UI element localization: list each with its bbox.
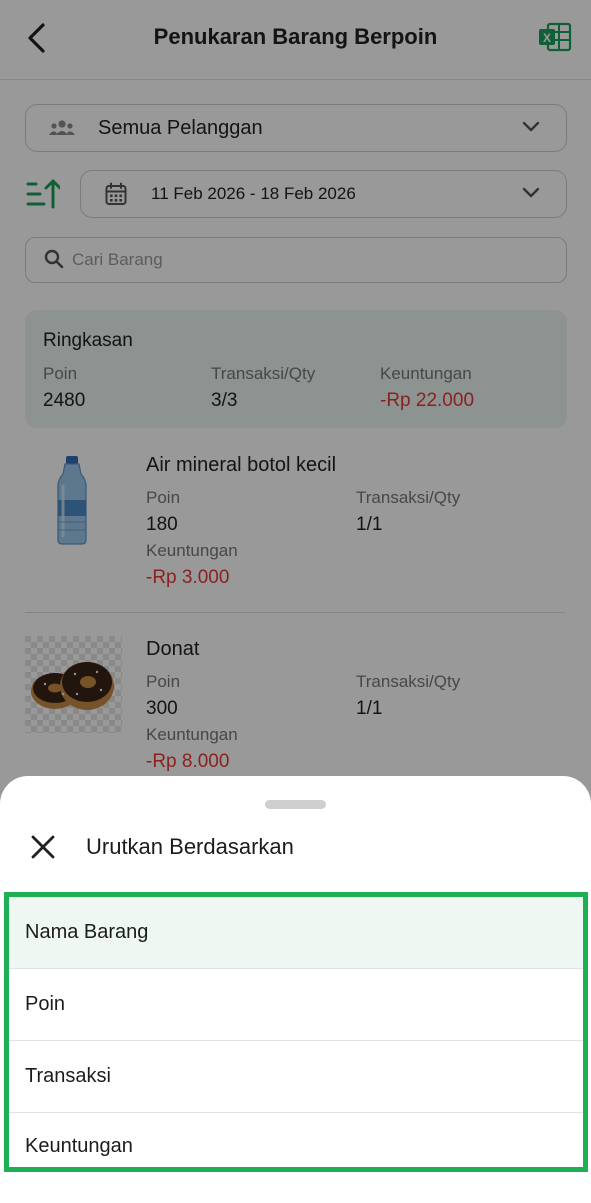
sheet-title: Urutkan Berdasarkan	[86, 834, 294, 859]
close-icon	[31, 835, 55, 859]
drag-handle[interactable]	[265, 800, 326, 809]
sort-bottom-sheet: Urutkan Berdasarkan Nama Barang Poin Tra…	[0, 776, 591, 1203]
sort-option-nama-barang[interactable]: Nama Barang	[9, 897, 583, 969]
close-button[interactable]	[28, 832, 58, 862]
sort-option-poin[interactable]: Poin	[9, 969, 583, 1041]
sort-option-transaksi[interactable]: Transaksi	[9, 1041, 583, 1113]
sort-options-list: Nama Barang Poin Transaksi Keuntungan	[4, 892, 588, 1172]
sort-option-label: Transaksi	[25, 1065, 111, 1087]
sort-option-label: Keuntungan	[25, 1135, 133, 1157]
sort-option-label: Poin	[25, 993, 66, 1015]
sort-option-label: Nama Barang	[25, 921, 149, 943]
sort-option-keuntungan[interactable]: Keuntungan	[9, 1113, 583, 1171]
